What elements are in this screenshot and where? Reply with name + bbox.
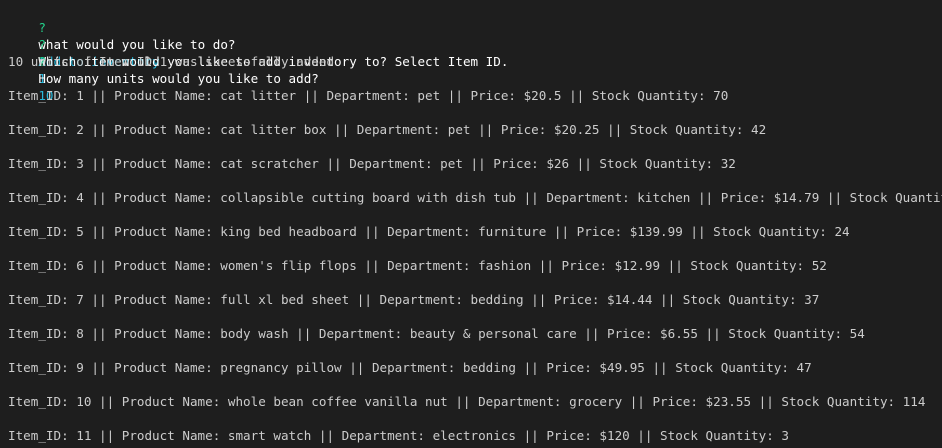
inventory-row: Item_ID: 11 || Product Name: smart watch… (8, 428, 789, 443)
inventory-row: Item_ID: 9 || Product Name: pregnancy pi… (8, 360, 812, 375)
prompt-mark: ? (38, 37, 46, 52)
inventory-row: Item_ID: 3 || Product Name: cat scratche… (8, 156, 736, 171)
prompt-line: ? what would you like to do? Add to inve… (8, 2, 942, 69)
prompt-line: ? Which item would you like to add inven… (8, 19, 942, 86)
inventory-row: Item_ID: 4 || Product Name: collapsible … (8, 190, 942, 205)
inventory-row: Item_ID: 1 || Product Name: cat litter |… (8, 88, 729, 103)
prompt-mark: ? (38, 20, 46, 35)
terminal-window[interactable]: ? what would you like to do? Add to inve… (0, 0, 942, 448)
prompt-question: what would you like to do? (38, 37, 236, 52)
inventory-row: Item_ID: 10 || Product Name: whole bean … (8, 394, 926, 409)
prompt-question: How many units would you like to add? (38, 71, 319, 86)
inventory-row: Item_ID: 7 || Product Name: full xl bed … (8, 292, 820, 307)
inventory-row: Item_ID: 8 || Product Name: body wash ||… (8, 326, 865, 341)
inventory-row: Item_ID: 2 || Product Name: cat litter b… (8, 122, 767, 137)
inventory-row: Item_ID: 5 || Product Name: king bed hea… (8, 224, 850, 239)
inventory-row: Item_ID: 6 || Product Name: women's flip… (8, 258, 827, 273)
